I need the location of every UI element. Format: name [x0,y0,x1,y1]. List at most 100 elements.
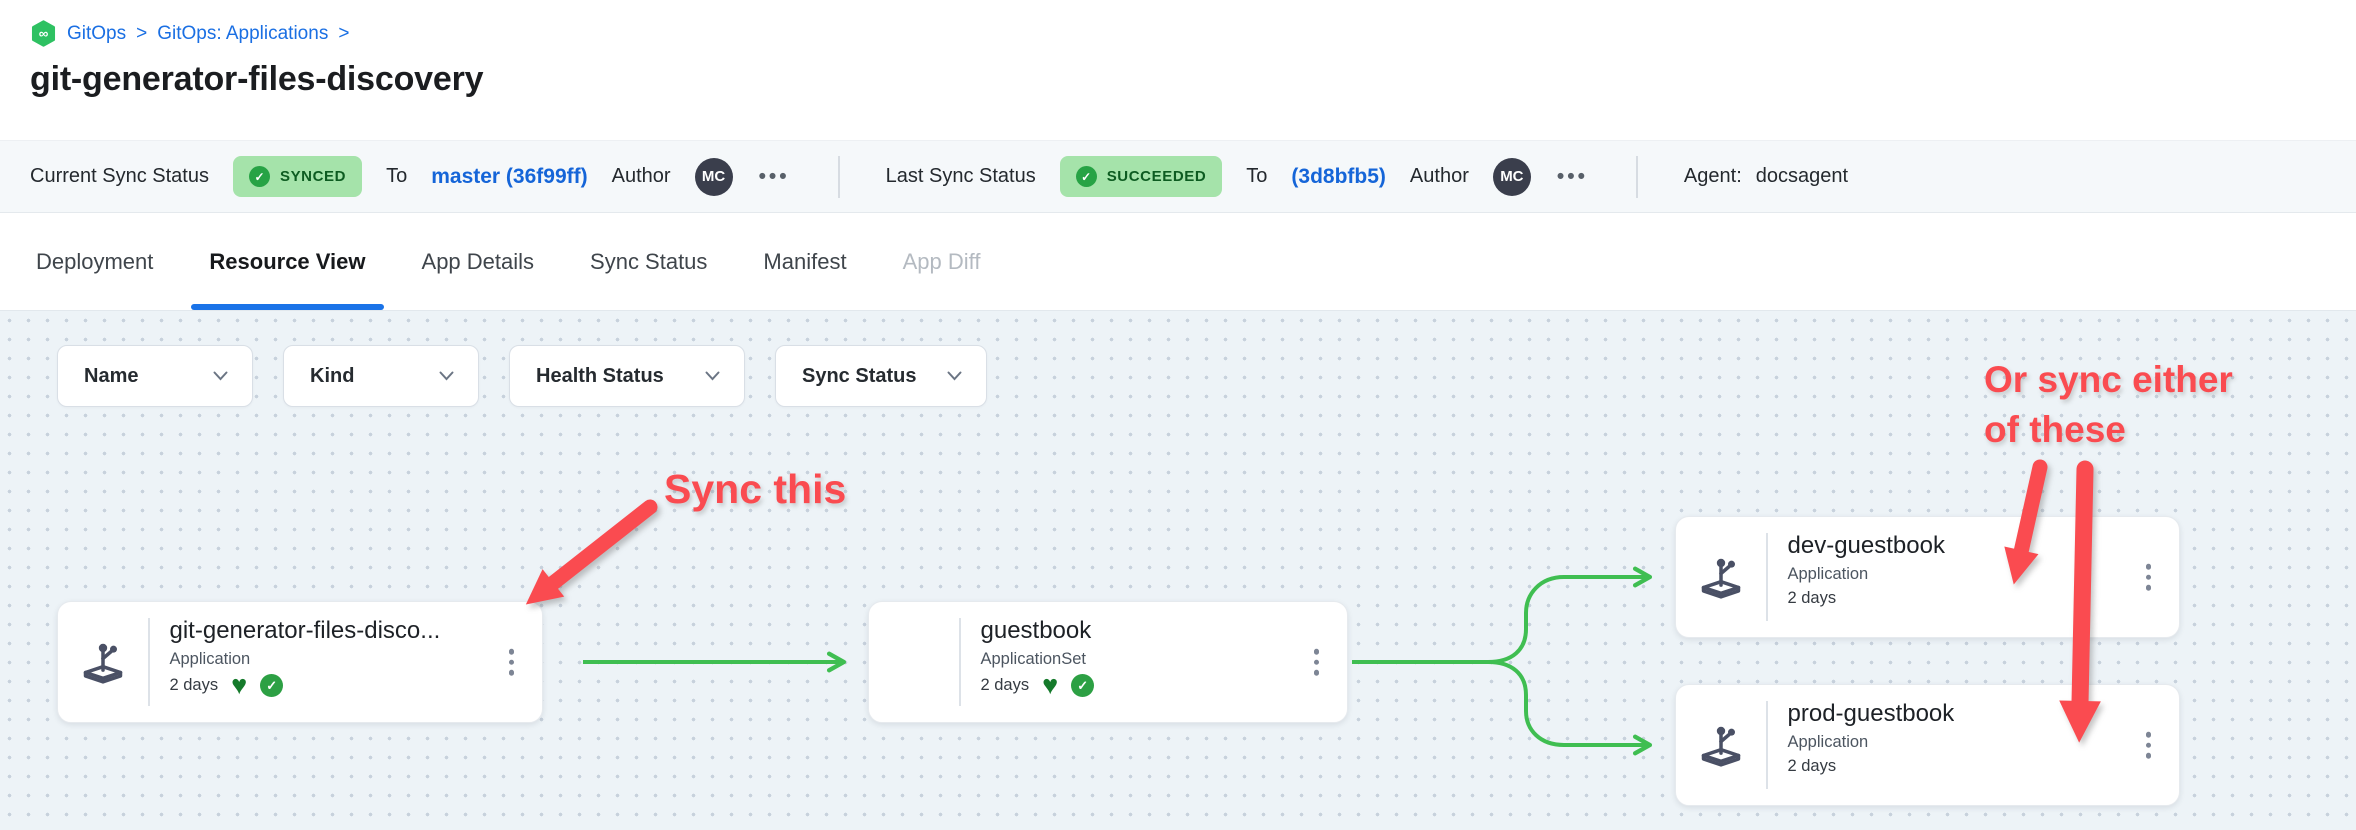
current-sync-commit-link[interactable]: master (36f99ff) [431,165,587,189]
filter-name-label: Name [84,365,138,388]
more-options-icon[interactable]: ••• [757,162,792,191]
last-sync-commit-link[interactable]: (3d8bfb5) [1291,165,1386,189]
synced-status-badge: ✓ SYNCED [233,156,362,197]
tab-manifest[interactable]: Manifest [735,213,874,310]
node-age: 2 days [981,676,1030,695]
node-title: prod-guestbook [1788,700,1955,728]
node-title: guestbook [981,617,1095,645]
current-sync-to-label: To [386,165,407,188]
filter-kind[interactable]: Kind [283,345,479,407]
node-kind: Application [1788,565,1945,584]
tab-app-diff[interactable]: App Diff [875,213,1009,310]
current-sync-status-label: Current Sync Status [30,165,209,188]
application-resource-icon [75,634,131,690]
sync-status-bar: Current Sync Status ✓ SYNCED To master (… [0,140,2356,213]
node-prod-guestbook[interactable]: prod-guestbook Application 2 days [1675,684,2180,806]
annotation-sync-this: Sync this [664,466,846,513]
kebab-menu-icon[interactable] [1310,645,1324,680]
breadcrumb-separator: > [338,23,349,45]
page-title: git-generator-files-discovery [30,60,2356,99]
chevron-down-icon [705,371,720,381]
health-heart-icon: ♥ [1042,675,1058,697]
filter-kind-label: Kind [310,365,354,388]
last-sync-to-label: To [1246,165,1267,188]
breadcrumb-link-gitops[interactable]: GitOps [67,23,126,45]
tab-deployment[interactable]: Deployment [8,213,181,310]
tab-app-details[interactable]: App Details [394,213,563,310]
filter-sync-status[interactable]: Sync Status [775,345,987,407]
sync-check-icon: ✓ [260,674,283,697]
last-sync-author-label: Author [1410,165,1469,188]
page-header: ∞ GitOps > GitOps: Applications > git-ge… [0,0,2356,140]
node-body: git-generator-files-disco... Application… [150,602,441,722]
node-age: 2 days [170,676,219,695]
author-avatar: MC [695,158,733,196]
annotation-or-sync-either: Or sync either of these [1984,355,2233,454]
sync-check-icon: ✓ [1071,674,1094,697]
filter-bar: Name Kind Health Status Sync Status [57,345,987,407]
node-title: git-generator-files-disco... [170,617,441,645]
synced-badge-label: SYNCED [280,168,346,185]
kebab-menu-icon[interactable] [2142,560,2156,595]
breadcrumb: ∞ GitOps > GitOps: Applications > [30,20,2356,47]
annotation-line-2: of these [1984,405,2233,455]
tab-bar: Deployment Resource View App Details Syn… [0,213,2356,310]
node-body: prod-guestbook Application 2 days [1768,685,1955,805]
edge-appset-to-prod [1488,662,1648,745]
agent-info: Agent: docsagent [1684,165,1848,188]
node-status-row: 2 days [1788,589,1945,608]
kebab-menu-icon[interactable] [505,645,519,680]
agent-label: Agent: [1684,165,1742,188]
chevron-down-icon [439,371,454,381]
kebab-menu-icon[interactable] [2142,728,2156,763]
node-body: guestbook ApplicationSet 2 days ♥ ✓ [961,602,1095,722]
application-resource-icon [1693,549,1749,605]
filter-health-status[interactable]: Health Status [509,345,745,407]
edge-appset-to-dev [1352,577,1648,662]
annotation-arrow-sync-this [552,507,650,584]
node-status-row: 2 days [1788,757,1955,776]
health-heart-icon: ♥ [231,675,247,697]
agent-value: docsagent [1756,165,1848,188]
node-icon-placeholder [869,602,959,722]
tab-resource-view[interactable]: Resource View [181,213,393,310]
node-dev-guestbook[interactable]: dev-guestbook Application 2 days [1675,516,2180,638]
node-guestbook[interactable]: guestbook ApplicationSet 2 days ♥ ✓ [868,601,1348,723]
succeeded-badge-label: SUCCEEDED [1107,168,1207,185]
application-resource-icon [1693,717,1749,773]
node-kind: Application [170,650,441,669]
chevron-down-icon [213,371,228,381]
node-status-row: 2 days ♥ ✓ [170,674,441,697]
node-icon-zone [58,602,148,722]
gitops-logo-icon: ∞ [30,20,57,47]
node-age: 2 days [1788,589,1837,608]
node-icon-zone [1676,685,1766,805]
filter-sync-status-label: Sync Status [802,365,916,388]
filter-name[interactable]: Name [57,345,253,407]
check-circle-icon: ✓ [249,166,270,187]
node-title: dev-guestbook [1788,532,1945,560]
filter-health-status-label: Health Status [536,365,664,388]
node-status-row: 2 days ♥ ✓ [981,674,1095,697]
check-circle-icon: ✓ [1076,166,1097,187]
annotation-line-1: Or sync either [1984,355,2233,405]
divider [838,156,840,198]
breadcrumb-link-applications[interactable]: GitOps: Applications [157,23,328,45]
node-kind: ApplicationSet [981,650,1095,669]
more-options-icon[interactable]: ••• [1555,162,1590,191]
svg-text:∞: ∞ [39,26,49,41]
chevron-down-icon [947,371,962,381]
last-sync-status-label: Last Sync Status [886,165,1036,188]
node-kind: Application [1788,733,1955,752]
node-icon-zone [1676,517,1766,637]
node-body: dev-guestbook Application 2 days [1768,517,1945,637]
divider [1636,156,1638,198]
author-avatar: MC [1493,158,1531,196]
tab-sync-status[interactable]: Sync Status [562,213,735,310]
breadcrumb-separator: > [136,23,147,45]
node-age: 2 days [1788,757,1837,776]
node-git-generator-files-discovery[interactable]: git-generator-files-disco... Application… [57,601,543,723]
succeeded-status-badge: ✓ SUCCEEDED [1060,156,1223,197]
resource-graph-canvas: Name Kind Health Status Sync Status [0,310,2356,830]
current-sync-author-label: Author [612,165,671,188]
